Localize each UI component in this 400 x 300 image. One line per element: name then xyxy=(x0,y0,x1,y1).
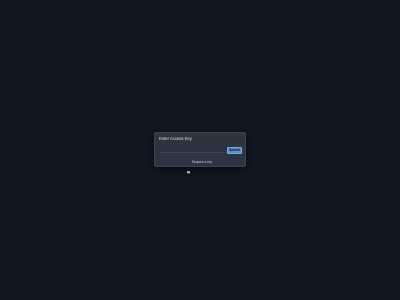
mail-icon xyxy=(187,161,191,174)
access-key-input[interactable] xyxy=(159,147,225,153)
request-key-label: Request a key xyxy=(191,160,213,164)
submit-button[interactable]: Submit xyxy=(227,147,242,154)
request-key-link[interactable]: Request a key xyxy=(187,160,213,174)
dialog-title: Enter Access Key xyxy=(159,136,192,141)
app-background: Enter Access Key Submit Request a key xyxy=(0,0,400,300)
access-key-dialog: Enter Access Key Submit Request a key xyxy=(154,132,246,174)
